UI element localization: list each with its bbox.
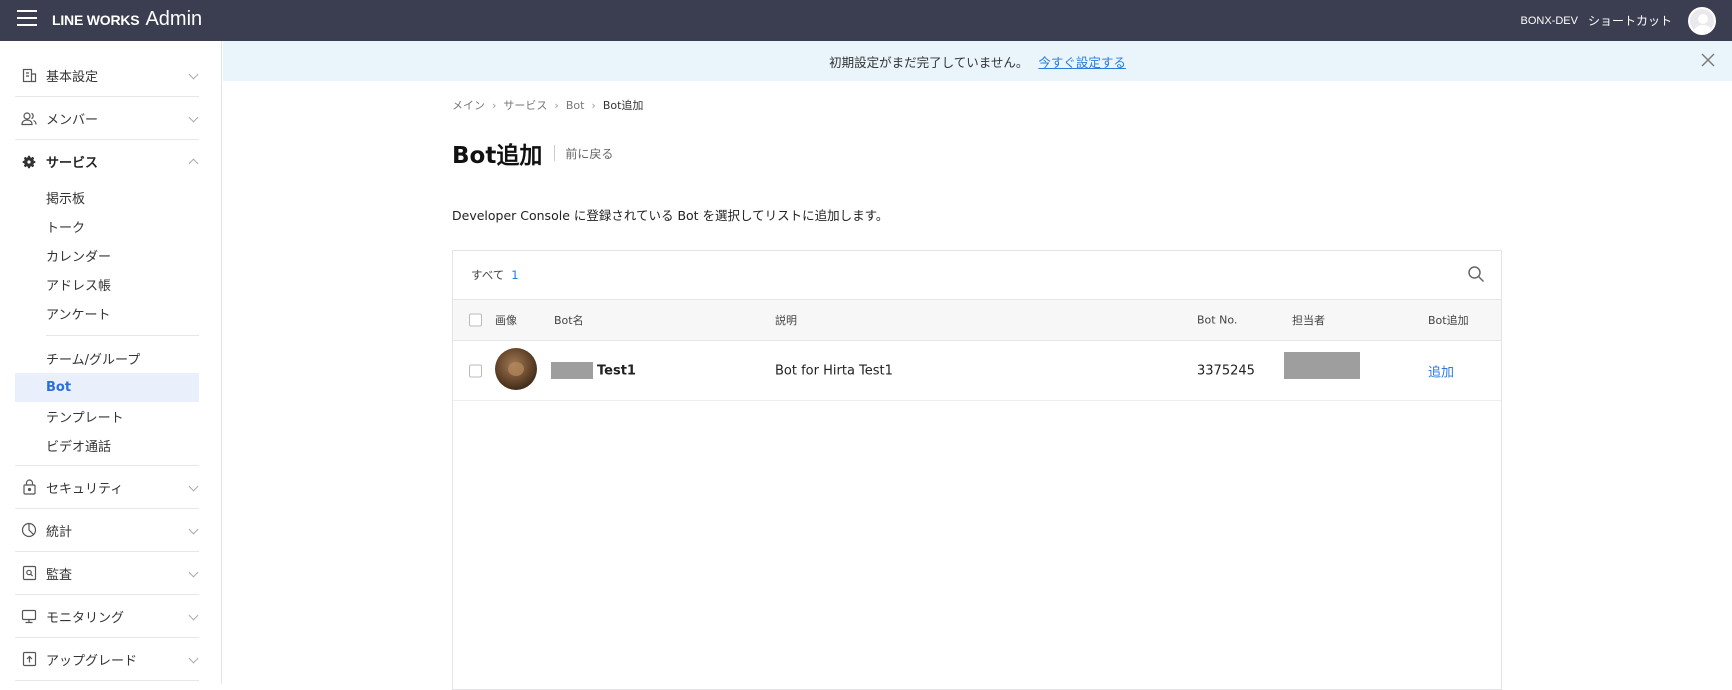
app-logo[interactable]: LINE WORKS Admin: [52, 8, 202, 31]
table-header: 画像 Bot名 説明 Bot No. 担当者 Bot追加: [453, 299, 1501, 341]
column-header-description: 説明: [775, 314, 797, 327]
breadcrumb: メイン › サービス › Bot › Bot追加: [452, 97, 643, 113]
sidebar-section-label: 基本設定: [46, 69, 99, 85]
column-header-bot-no: Bot No.: [1197, 313, 1238, 327]
bot-avatar: [495, 348, 537, 390]
sidebar-section-monitoring[interactable]: モニタリング: [15, 595, 199, 638]
filter-count: 1: [511, 268, 519, 282]
top-header: LINE WORKS Admin BONX-DEV ショートカット: [0, 0, 1732, 41]
chevron-down-icon: [188, 69, 199, 80]
page-title: Bot追加: [452, 143, 543, 169]
chevron-down-icon: [188, 567, 199, 578]
sidebar-item-calendar[interactable]: カレンダー: [15, 241, 199, 270]
breadcrumb-item-services[interactable]: サービス: [503, 97, 547, 113]
logo-text: LINE WORKS: [52, 12, 140, 28]
column-header-name: Bot名: [554, 314, 584, 327]
bot-number: 3375245: [1197, 363, 1255, 378]
banner-setup-link[interactable]: 今すぐ設定する: [1038, 52, 1126, 71]
sidebar-section-label: セキュリティ: [46, 481, 124, 497]
monitor-icon: [21, 608, 37, 624]
company-name: BONX-DEV: [1520, 14, 1578, 27]
bot-name: Test1: [597, 363, 636, 378]
gear-icon: [21, 154, 37, 170]
sidebar-item-bulletin[interactable]: 掲示板: [15, 183, 199, 212]
sidebar-section-label: サービス: [46, 156, 99, 171]
sidebar-section-security[interactable]: セキュリティ: [15, 466, 199, 509]
chevron-down-icon: [188, 610, 199, 621]
menu-icon[interactable]: [17, 10, 37, 28]
audit-icon: [21, 565, 37, 581]
redacted-owner: [1284, 352, 1360, 379]
upgrade-icon: [21, 651, 37, 667]
column-header-add: Bot追加: [1428, 314, 1469, 327]
sidebar: 基本設定 メンバー サービス 掲示板 トーク カレンダー アドレス帳 アンケート…: [0, 41, 222, 684]
sidebar-section-label: 監査: [46, 567, 73, 583]
chevron-up-icon: [188, 158, 199, 169]
sidebar-item-survey[interactable]: アンケート: [15, 299, 199, 328]
sidebar-section-audit[interactable]: 監査: [15, 552, 199, 595]
lock-icon: [21, 479, 37, 495]
sidebar-item-address-book[interactable]: アドレス帳: [15, 270, 199, 299]
sidebar-item-team-group[interactable]: チーム/グループ: [15, 344, 199, 373]
chevron-down-icon: [188, 653, 199, 664]
bot-description: Bot for Hirta Test1: [775, 363, 893, 378]
breadcrumb-item-current: Bot追加: [602, 99, 644, 112]
sidebar-item-video-call[interactable]: ビデオ通話: [15, 431, 199, 460]
page-description: Developer Console に登録されている Bot を選択してリストに…: [452, 208, 889, 223]
sidebar-section-label: 統計: [46, 524, 73, 540]
filter-all-label[interactable]: すべて: [471, 267, 504, 283]
filter-bar: すべて 1: [453, 251, 1501, 299]
sidebar-section-label: アップグレード: [46, 653, 138, 669]
search-icon[interactable]: [1467, 265, 1485, 283]
sidebar-section-basic-settings[interactable]: 基本設定: [15, 54, 199, 97]
shortcut-button[interactable]: ショートカット: [1588, 12, 1672, 29]
chevron-right-icon: ›: [554, 98, 559, 112]
logo-subtitle: Admin: [145, 8, 203, 30]
banner-text: 初期設定がまだ完了していません。: [829, 54, 1029, 70]
redacted-block: [551, 362, 593, 379]
chevron-right-icon: ›: [492, 98, 497, 112]
sidebar-section-label: モニタリング: [46, 610, 125, 626]
add-bot-link[interactable]: 追加: [1428, 361, 1454, 380]
pie-chart-icon: [21, 522, 37, 538]
divider: [46, 335, 199, 336]
services-submenu: 掲示板 トーク カレンダー アドレス帳 アンケート チーム/グループ Bot テ…: [15, 183, 199, 460]
row-checkbox[interactable]: [469, 364, 482, 377]
chevron-right-icon: ›: [591, 98, 596, 112]
column-header-image: 画像: [495, 314, 517, 327]
sidebar-section-members[interactable]: メンバー: [15, 97, 199, 140]
chevron-down-icon: [188, 481, 199, 492]
divider: [554, 145, 556, 161]
sidebar-section-statistics[interactable]: 統計: [15, 509, 199, 552]
table-row: Test1 Bot for Hirta Test1 3375245 追加: [453, 341, 1501, 401]
column-header-owner: 担当者: [1292, 314, 1325, 327]
chevron-down-icon: [188, 524, 199, 535]
bot-list-panel: すべて 1 画像 Bot名 説明 Bot No. 担当者 Bot追加 Test1…: [452, 250, 1502, 690]
sidebar-item-talk[interactable]: トーク: [15, 212, 199, 241]
back-link[interactable]: 前に戻る: [565, 145, 613, 162]
chevron-down-icon: [188, 112, 199, 123]
setup-banner: 初期設定がまだ完了していません。 今すぐ設定する: [223, 41, 1732, 81]
select-all-checkbox[interactable]: [469, 313, 482, 327]
breadcrumb-item-main[interactable]: メイン: [452, 97, 485, 113]
user-avatar[interactable]: [1688, 6, 1716, 35]
sidebar-item-bot[interactable]: Bot: [15, 373, 199, 402]
breadcrumb-item-bot[interactable]: Bot: [566, 99, 585, 112]
sidebar-item-template[interactable]: テンプレート: [15, 402, 199, 431]
close-icon[interactable]: [1700, 52, 1716, 68]
members-icon: [21, 110, 37, 126]
sidebar-section-upgrade[interactable]: アップグレード: [15, 638, 199, 681]
building-icon: [21, 67, 37, 83]
sidebar-section-services[interactable]: サービス: [15, 140, 199, 183]
sidebar-section-label: メンバー: [46, 112, 99, 128]
